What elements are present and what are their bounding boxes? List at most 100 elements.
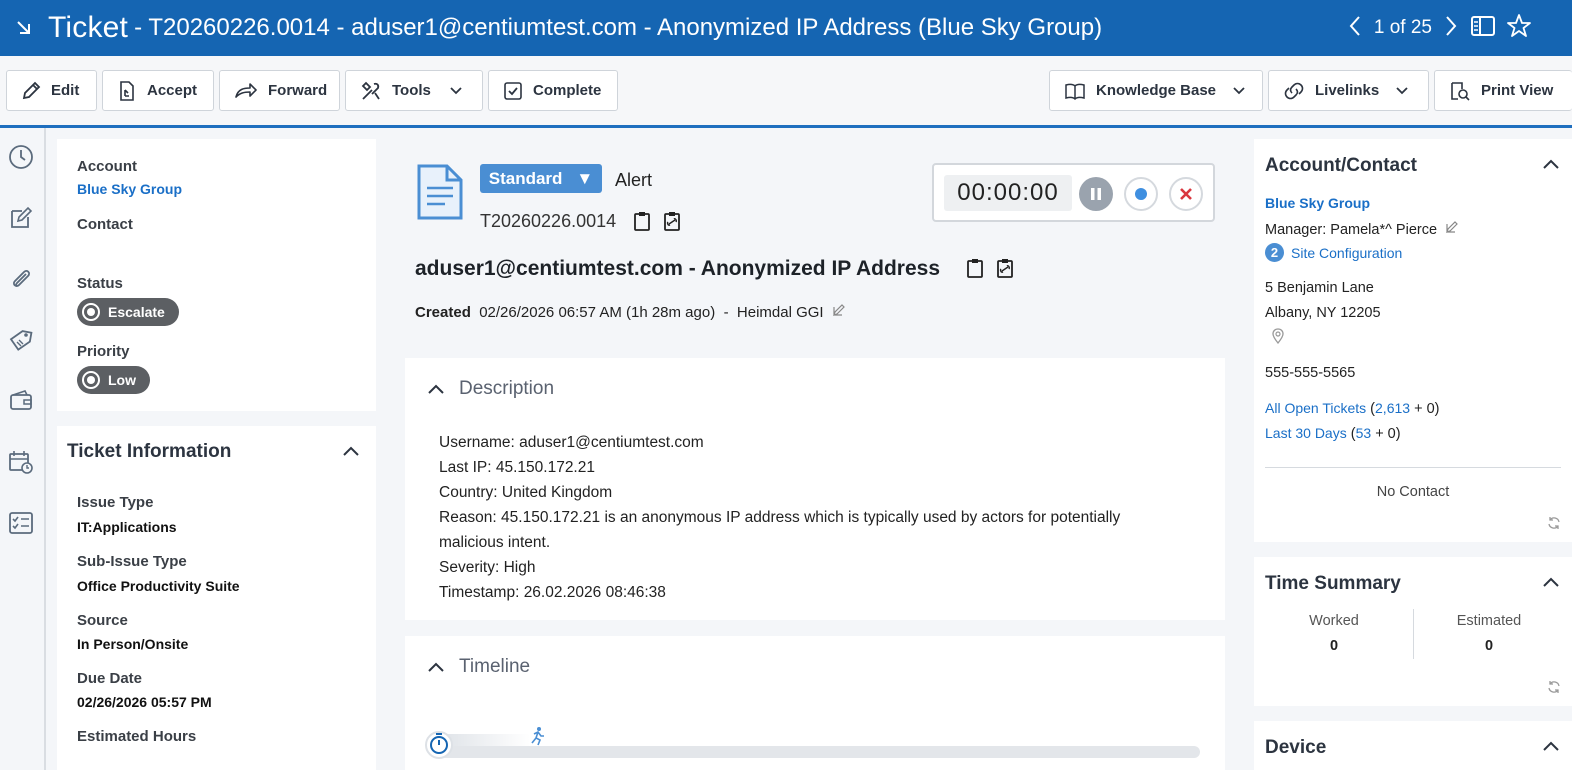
stop-timer-button[interactable] [1169,177,1203,211]
address-line-1: 5 Benjamin Lane [1265,280,1374,296]
book-icon [1065,83,1085,100]
chevron-down-icon [1396,86,1408,94]
checkbox-icon [504,81,522,100]
edit-pencil-icon[interactable] [1445,220,1459,234]
favorite-star-icon[interactable] [1506,13,1532,44]
field-value: IT:Applications [77,519,177,535]
collapse-arrow-icon[interactable] [0,18,48,38]
tag-icon[interactable] [8,327,34,353]
collapse-chevron-icon[interactable] [1542,157,1560,171]
timeline-card: Timeline [405,636,1225,770]
priority-dot-icon [82,371,100,389]
copy-clipboard-icon[interactable] [633,210,651,232]
knowledge-base-dropdown[interactable]: Knowledge Base [1049,70,1263,111]
attachment-icon[interactable] [8,266,34,292]
accept-document-icon [120,80,134,101]
edit-pencil-icon[interactable] [832,303,846,317]
history-clock-icon[interactable] [8,144,34,170]
priority-label: Priority [77,343,130,360]
collapse-chevron-icon[interactable] [342,444,360,458]
print-view-button[interactable]: Print View [1434,70,1572,111]
wallet-icon[interactable] [8,388,34,414]
collapse-chevron-icon[interactable] [1542,739,1560,753]
description-line: Username: aduser1@centiumtest.com [439,434,704,451]
open-tickets-line: All Open Tickets (2,613 + 0) [1265,400,1440,417]
description-header[interactable]: Description [427,378,554,400]
status-dot-icon [82,303,100,321]
field-label: Issue Type [77,494,154,511]
timeline-track [440,746,1200,758]
status-pill[interactable]: Escalate [77,298,179,326]
chevron-down-icon [450,86,462,94]
account-link[interactable]: Blue Sky Group [77,181,182,197]
side-panel-icon[interactable] [1470,14,1496,43]
copy-link-clipboard-icon[interactable] [663,210,681,232]
no-contact-text: No Contact [1376,484,1450,500]
ticket-id: T20260226.0014 [480,211,617,231]
site-configuration-link[interactable]: Site Configuration [1291,245,1402,261]
tools-dropdown[interactable]: Tools [345,70,483,111]
last-30-days-count-link[interactable]: 53 [1356,425,1372,441]
site-count-badge: 2 [1265,243,1284,262]
copy-clipboard-icon[interactable] [966,257,984,279]
record-pager: 1 of 25 [1373,17,1432,38]
tools-icon [361,81,380,100]
device-title: Device [1265,737,1327,758]
complete-button[interactable]: Complete [488,70,618,111]
pencil-icon [22,81,41,99]
divider [1265,467,1561,468]
all-open-tickets-link[interactable]: All Open Tickets [1265,400,1366,416]
runner-icon [531,727,544,746]
refresh-icon[interactable] [1547,516,1561,530]
record-dot-icon [1135,188,1147,200]
field-value: In Person/Onsite [77,636,189,652]
collapse-chevron-icon [428,662,444,672]
forward-button[interactable]: Forward [219,70,340,111]
collapse-chevron-icon[interactable] [1542,575,1560,589]
title-nav: 1 of 25 [1346,0,1572,56]
page-subtitle: - T20260226.0014 - aduser1@centiumtest.c… [134,14,1103,41]
field-label: Source [77,612,128,629]
prev-record-icon[interactable] [1346,14,1364,43]
open-tickets-count-link[interactable]: 2,613 [1375,400,1410,416]
refresh-icon[interactable] [1547,680,1561,694]
field-label: Due Date [77,670,143,687]
category-dropdown[interactable]: Standard ▼ [480,164,602,193]
map-pin-icon[interactable] [1272,328,1284,344]
ticket-header: Standard ▼ Alert T20260226.0014 aduser1@… [405,140,1225,350]
ticket-type: Alert [615,170,653,190]
triangle-down-icon: ▼ [576,168,594,188]
last-30-days-line: Last 30 Days (53 + 0) [1265,425,1401,442]
field-label: Estimated Hours [77,728,197,745]
estimated-label: Estimated [1456,613,1522,629]
calendar-clock-icon[interactable] [8,449,34,475]
note-edit-icon[interactable] [8,205,34,231]
forward-arrow-icon [235,82,257,98]
copy-link-clipboard-icon[interactable] [996,257,1014,279]
last-30-days-link[interactable]: Last 30 Days [1265,425,1347,441]
created-line: Created 02/26/2026 06:57 AM (1h 28m ago)… [415,303,846,321]
ticket-information-card: Ticket Information Issue Type IT:Applica… [57,426,376,770]
time-summary-card: Time Summary Worked 0 Estimated 0 [1254,557,1572,706]
print-preview-icon [1451,81,1470,101]
contact-label: Contact [77,216,133,233]
edit-button[interactable]: Edit [6,70,97,111]
next-record-icon[interactable] [1442,14,1460,43]
left-rail [0,128,46,770]
livelinks-dropdown[interactable]: Livelinks [1268,70,1429,111]
pause-button[interactable] [1079,177,1113,211]
record-button[interactable] [1124,177,1158,211]
timer-display: 00:00:00 [944,175,1072,211]
link-icon [1284,82,1304,99]
checklist-icon[interactable] [8,510,34,536]
priority-pill[interactable]: Low [77,366,150,394]
page-title: Ticket [48,11,129,44]
timeline-header[interactable]: Timeline [427,656,530,678]
close-x-icon [1180,188,1192,200]
accept-button[interactable]: Accept [102,70,214,111]
collapse-chevron-icon [428,384,444,394]
estimated-value: 0 [1484,638,1494,654]
status-label: Status [77,275,123,292]
time-summary-title: Time Summary [1265,573,1401,594]
account-name-link[interactable]: Blue Sky Group [1265,195,1370,211]
